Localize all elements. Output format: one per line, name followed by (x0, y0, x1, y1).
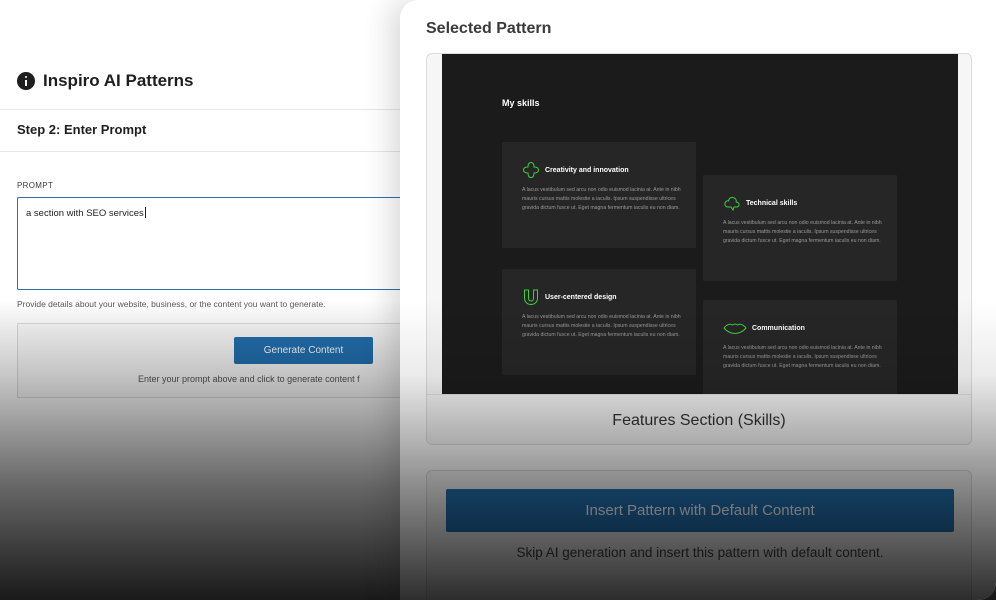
step-title: Step 2: Enter Prompt (17, 122, 147, 137)
panel-title: Inspiro AI Patterns (43, 71, 194, 90)
skill-card-title: User-centered design (545, 294, 617, 301)
pattern-preview-card[interactable]: My skills Creativity and innovation A la… (426, 53, 972, 445)
selected-pattern-heading: Selected Pattern (426, 20, 552, 37)
skill-card-text: A lacus vestibulum sed arcu non odio eui… (723, 345, 882, 369)
selected-pattern-modal: Selected Pattern My skills Creativity an… (400, 0, 996, 600)
skill-card-text: A lacus vestibulum sed arcu non odio eui… (522, 314, 681, 338)
pattern-preview: My skills Creativity and innovation A la… (442, 54, 958, 394)
insert-default-pattern-button[interactable]: Insert Pattern with Default Content (446, 489, 954, 532)
info-icon (17, 72, 35, 90)
insert-section: Insert Pattern with Default Content Skip… (426, 470, 972, 600)
skill-card: User-centered design A lacus vestibulum … (502, 269, 696, 375)
skill-card: Communication A lacus vestibulum sed arc… (703, 300, 897, 394)
prompt-label: PROMPT (17, 181, 54, 190)
generate-hint: Enter your prompt above and click to gen… (138, 374, 360, 384)
lips-icon (723, 323, 747, 335)
prompt-value: a section with SEO services (26, 208, 144, 219)
insert-hint: Skip AI generation and insert this patte… (516, 545, 884, 560)
skill-card-text: A lacus vestibulum sed arcu non odio eui… (522, 187, 681, 211)
divider (0, 109, 420, 110)
panel-header: Inspiro AI Patterns (17, 71, 194, 91)
prompt-textarea[interactable]: a section with SEO services (17, 197, 417, 290)
preview-section-title: My skills (502, 98, 540, 108)
generate-section: Generate Content Enter your prompt above… (17, 323, 417, 398)
skill-card-title: Creativity and innovation (545, 167, 629, 174)
clover-icon (522, 161, 540, 179)
skill-card: Technical skills A lacus vestibulum sed … (703, 175, 897, 281)
text-caret (144, 207, 146, 218)
divider (0, 151, 420, 152)
skill-card: Creativity and innovation A lacus vestib… (502, 142, 696, 248)
pattern-name: Features Section (Skills) (427, 394, 971, 444)
skill-card-title: Communication (752, 325, 805, 332)
prompt-help-text: Provide details about your website, busi… (17, 299, 326, 309)
generate-content-button[interactable]: Generate Content (234, 337, 373, 364)
skill-card-title: Technical skills (746, 200, 798, 207)
skill-card-text: A lacus vestibulum sed arcu non odio eui… (723, 220, 882, 244)
magnet-icon (524, 289, 538, 306)
cloud-icon (724, 196, 740, 212)
